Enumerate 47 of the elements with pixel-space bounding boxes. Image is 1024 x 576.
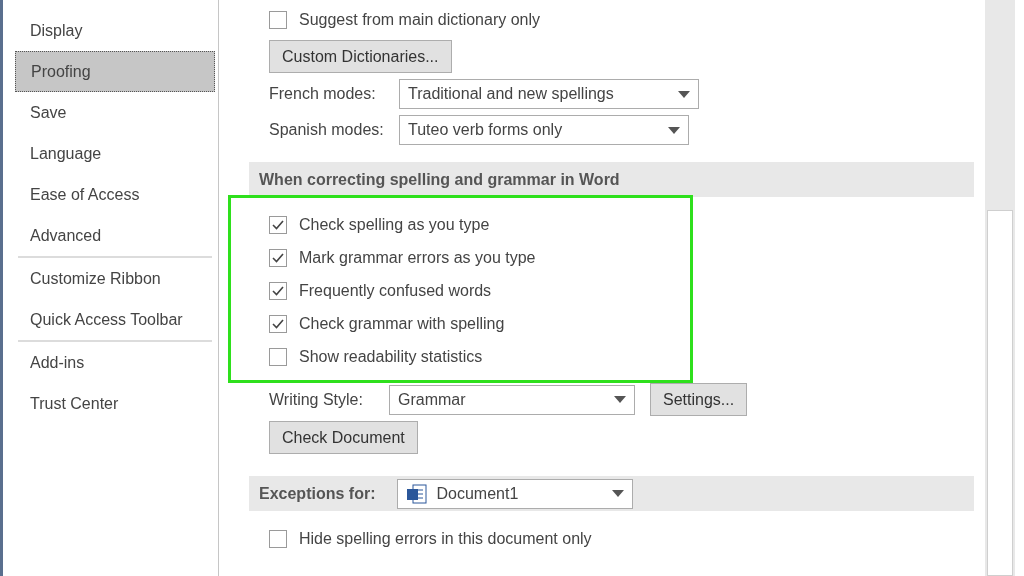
caret-icon: [668, 126, 680, 134]
checkmark-icon: [272, 318, 284, 329]
sidebar-item[interactable]: Display: [15, 10, 215, 51]
option-label: Hide spelling errors in this document only: [299, 528, 592, 549]
checkbox[interactable]: [269, 281, 287, 300]
option-label: Suggest from main dictionary only: [299, 10, 540, 30]
caret-icon: [614, 396, 626, 403]
sidebar-item[interactable]: Customize Ribbon: [15, 258, 215, 299]
field-label: French modes:: [269, 84, 377, 104]
dialog-button[interactable]: Custom Dictionaries...: [269, 40, 452, 73]
option-label: Check grammar with spelling: [299, 313, 505, 334]
field-label: Writing Style:: [269, 389, 364, 410]
sidebar-item[interactable]: Quick Access Toolbar: [15, 299, 215, 340]
dropdown[interactable]: Tuteo verb forms only: [399, 115, 689, 145]
caret-icon: [678, 90, 690, 98]
option-label: Check spelling as you type: [299, 214, 490, 235]
checkbox[interactable]: [269, 215, 287, 234]
scrollbar[interactable]: [985, 0, 1015, 576]
section-title: Exceptions for:: [259, 483, 376, 504]
sidebar-item[interactable]: Ease of Access: [15, 174, 215, 215]
dropdown[interactable]: Document1: [397, 478, 634, 509]
dropdown[interactable]: Grammar: [389, 384, 635, 415]
section-header: When correcting spelling and grammar in Word: [249, 162, 974, 197]
checkmark-icon: [272, 252, 284, 263]
checkmark-icon: [272, 285, 284, 296]
caret-icon: [612, 490, 625, 497]
checkbox[interactable]: [269, 314, 287, 333]
sidebar-item[interactable]: Language: [15, 133, 215, 174]
option-label: Show readability statistics: [299, 346, 483, 367]
dialog-button[interactable]: Settings...: [650, 383, 748, 416]
sidebar-item[interactable]: Proofing: [15, 51, 215, 92]
dialog-button[interactable]: Check Document: [269, 421, 418, 454]
checkbox[interactable]: [269, 529, 287, 548]
field-label: Spanish modes:: [269, 120, 385, 140]
sidebar-item[interactable]: Trust Center: [15, 383, 215, 424]
checkbox[interactable]: [269, 248, 287, 267]
sidebar-item[interactable]: Advanced: [15, 215, 215, 256]
document-icon: [406, 483, 429, 504]
dropdown[interactable]: Traditional and new spellings: [399, 79, 699, 109]
option-label: Mark grammar errors as you type: [299, 247, 536, 268]
checkbox[interactable]: [269, 11, 287, 29]
option-label: Frequently confused words: [299, 280, 492, 301]
sidebar-item[interactable]: Add-ins: [15, 342, 215, 383]
checkmark-icon: [272, 219, 284, 230]
checkbox[interactable]: [269, 347, 287, 366]
scrollbar-thumb[interactable]: [987, 210, 1013, 576]
sidebar-item[interactable]: Save: [15, 92, 215, 133]
